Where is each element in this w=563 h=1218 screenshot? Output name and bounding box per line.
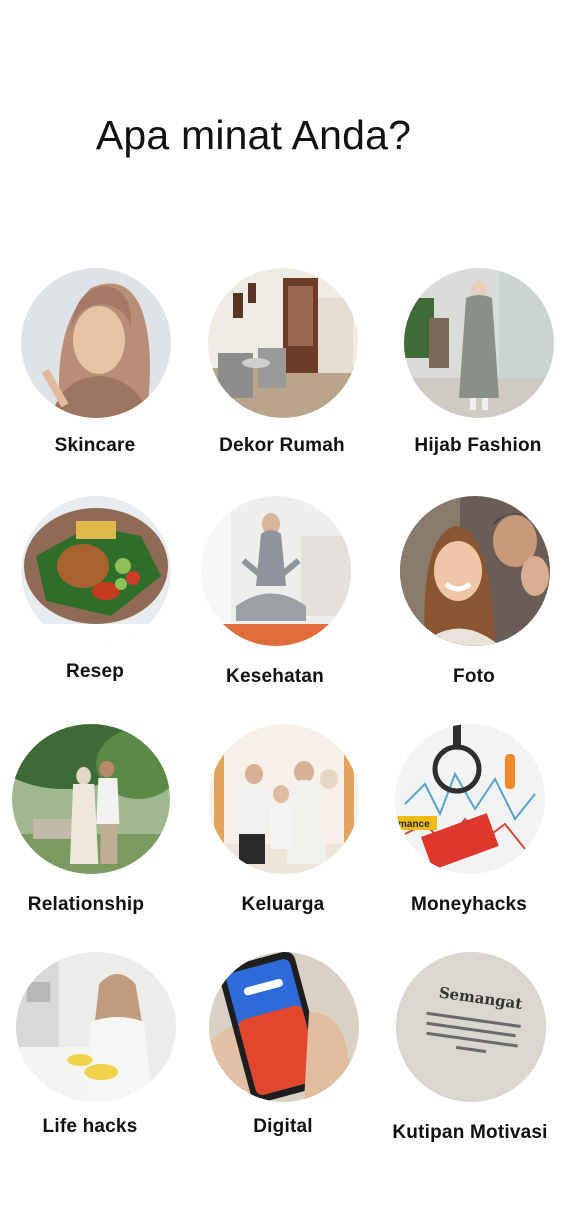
- interest-tile-keluarga[interactable]: Keluarga: [189, 724, 377, 915]
- relationship-image: [12, 724, 170, 874]
- interest-tile-skincare[interactable]: Skincare: [1, 268, 189, 458]
- page-title: Apa minat Anda?: [95, 112, 412, 158]
- moneyhacks-image: mance: [395, 724, 545, 874]
- keluarga-image: [209, 724, 359, 874]
- interest-label: Kesehatan: [226, 666, 324, 687]
- skincare-image: [21, 268, 171, 418]
- interest-label: Relationship: [27, 894, 145, 915]
- kesehatan-image: [201, 496, 351, 646]
- interest-label: Moneyhacks: [410, 894, 528, 915]
- life-hacks-image: [16, 952, 176, 1102]
- interest-label: Digital: [253, 1116, 313, 1137]
- resep-image: [21, 496, 171, 646]
- interest-label: Dekor Rumah: [219, 435, 345, 456]
- svg-text:mance: mance: [398, 819, 430, 830]
- interest-label: Kutipan Motivasi: [392, 1122, 548, 1143]
- interest-tile-kesehatan[interactable]: Kesehatan: [181, 496, 369, 687]
- dekor-rumah-image: [208, 268, 358, 418]
- interest-tile-life-hacks[interactable]: Life hacks: [0, 952, 184, 1142]
- interest-label: Hijab Fashion: [414, 435, 542, 456]
- interest-label: Skincare: [54, 435, 136, 456]
- hijab-fashion-image: [404, 268, 554, 418]
- interest-tile-relationship[interactable]: Relationship: [0, 724, 180, 915]
- interest-tile-moneyhacks[interactable]: mance Moneyhacks: [375, 724, 563, 915]
- interest-label: Foto: [453, 666, 495, 687]
- interest-tile-digital[interactable]: Digital: [189, 952, 377, 1142]
- interest-tile-dekor-rumah[interactable]: Dekor Rumah: [188, 268, 376, 458]
- interest-label: Life hacks: [42, 1116, 138, 1137]
- interest-tile-foto[interactable]: Foto: [380, 496, 563, 687]
- digital-image: [209, 952, 359, 1102]
- kutipan-motivasi-image: Semangat: [396, 952, 546, 1102]
- foto-image: [400, 496, 550, 646]
- interest-tile-hijab-fashion[interactable]: Hijab Fashion: [384, 268, 563, 458]
- interest-label: Keluarga: [241, 894, 325, 915]
- interest-label: Resep: [65, 661, 125, 682]
- interest-tile-resep[interactable]: Resep: [1, 496, 189, 686]
- interest-tile-kutipan-motivasi[interactable]: Semangat Kutipan Motivasi: [376, 952, 563, 1143]
